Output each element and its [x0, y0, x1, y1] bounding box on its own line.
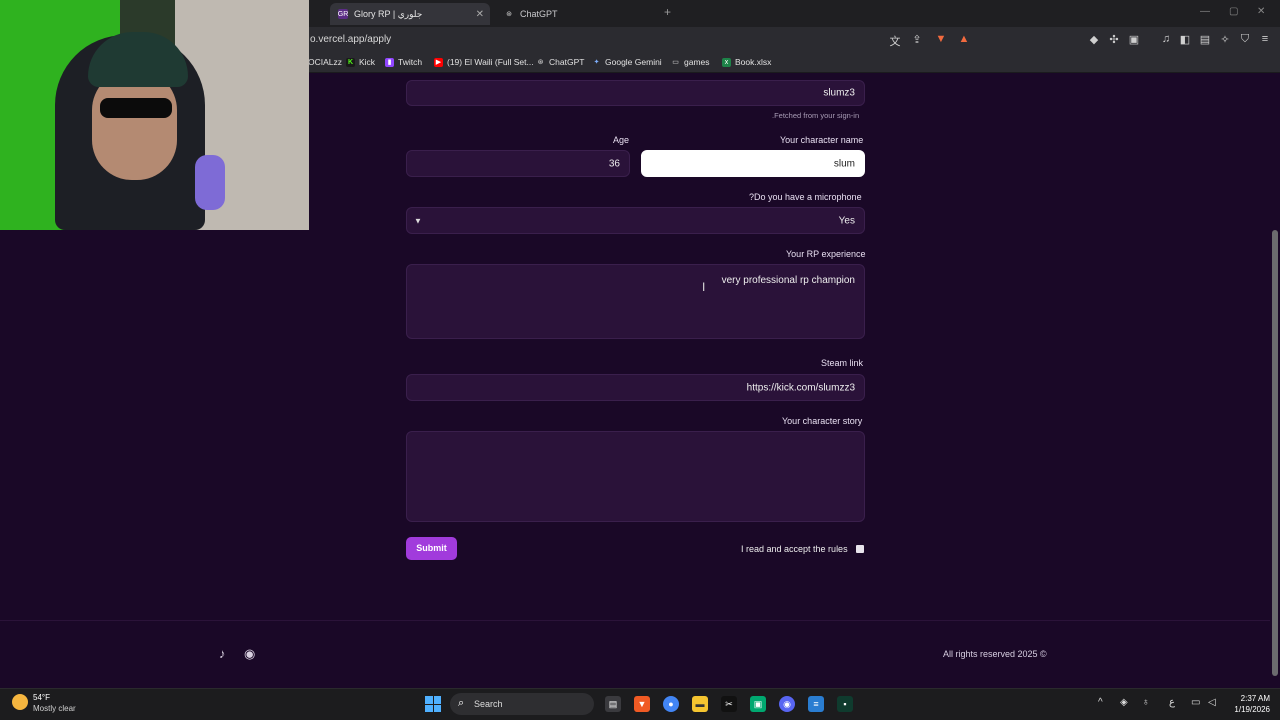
- tab-chatgpt[interactable]: ⊛ ChatGPT: [496, 3, 661, 25]
- sidebar-icon[interactable]: ◧: [1178, 33, 1192, 46]
- username-field[interactable]: slumz3: [406, 80, 865, 106]
- kick-taskbar-icon[interactable]: ▣: [750, 696, 766, 712]
- bookmark-twitch[interactable]: ▮ Twitch: [385, 57, 422, 67]
- age-label: Age: [613, 135, 630, 145]
- discord-taskbar-icon[interactable]: ◉: [779, 696, 795, 712]
- url-text[interactable]: o.vercel.app/apply: [310, 34, 391, 45]
- menu-icon[interactable]: ≡: [1258, 33, 1272, 45]
- tab-title: Glory RP | جلوري: [354, 8, 423, 19]
- volume-icon[interactable]: ◁: [1208, 697, 1216, 708]
- character-name-label: Your character name: [780, 135, 864, 145]
- excel-icon: x: [722, 57, 731, 67]
- chevron-down-icon: ▼: [414, 216, 422, 225]
- tab-title: ChatGPT: [520, 9, 558, 19]
- new-tab-icon[interactable]: +: [664, 5, 671, 19]
- youtube-icon: ▶: [434, 57, 443, 67]
- clock-time: 2:37 AM: [1240, 694, 1270, 703]
- weather-icon[interactable]: [12, 694, 28, 710]
- bookmark-gemini[interactable]: ✦ Google Gemini: [592, 57, 662, 67]
- rp-experience-label: Your RP experience: [786, 249, 866, 259]
- bookmark-chatgpt[interactable]: ⊛ ChatGPT: [536, 57, 585, 67]
- rp-experience-textarea[interactable]: very professional rp champion: [406, 264, 865, 339]
- text-cursor-icon: I: [702, 280, 706, 294]
- age-value: 36: [608, 158, 620, 169]
- tray-app-icon[interactable]: ◈: [1120, 697, 1128, 708]
- task-view-icon[interactable]: ▤: [605, 696, 621, 712]
- search-icon: ⌕: [458, 697, 465, 709]
- bookmark-socialzz[interactable]: OCIALzz: [308, 57, 342, 67]
- scrollbar-thumb[interactable]: [1272, 230, 1278, 676]
- webcam-overlay: [0, 0, 309, 230]
- chatgpt-icon: ⊛: [537, 58, 544, 66]
- character-name-value: slum: [833, 158, 855, 169]
- character-story-textarea[interactable]: [406, 431, 865, 522]
- gemini-icon: ✦: [593, 58, 600, 66]
- brave-taskbar-icon[interactable]: ▼: [634, 696, 650, 712]
- folder-icon: ▭: [672, 58, 679, 66]
- media-icon[interactable]: ♫: [1159, 33, 1173, 45]
- bookmark-book[interactable]: x Book.xlsx: [722, 57, 771, 67]
- microphone-tray-icon[interactable]: ♁: [1142, 697, 1150, 708]
- weather-temperature[interactable]: 54°F: [33, 693, 50, 702]
- screenshot-icon[interactable]: ▣: [1127, 33, 1141, 46]
- vpn-icon[interactable]: ⛉: [1238, 33, 1252, 46]
- rp-experience-value: very professional rp champion: [721, 275, 855, 286]
- character-story-label: Your character story: [782, 416, 863, 426]
- leo-ai-icon[interactable]: ✧: [1218, 33, 1232, 46]
- capcut-icon[interactable]: ✂: [721, 696, 737, 712]
- character-name-input[interactable]: slum: [641, 150, 865, 177]
- steam-link-label: Steam link: [821, 358, 864, 368]
- bookmark-kick[interactable]: K Kick: [346, 57, 375, 67]
- close-window-icon[interactable]: ✕: [1257, 6, 1265, 17]
- footer-divider: [0, 620, 1270, 621]
- age-input[interactable]: 36: [406, 150, 630, 177]
- diamond-icon[interactable]: ◆: [1087, 33, 1101, 46]
- search-label: Search: [474, 699, 503, 709]
- language-indicator[interactable]: ع: [1169, 697, 1175, 708]
- tiktok-icon[interactable]: ♪: [219, 646, 226, 661]
- wallet-icon[interactable]: ▤: [1198, 33, 1212, 46]
- obs-icon[interactable]: ▪: [837, 696, 853, 712]
- translate-icon[interactable]: 文: [888, 33, 902, 49]
- accept-rules-label: I read and accept the rules: [741, 544, 848, 554]
- microphone-value: Yes: [838, 215, 855, 226]
- submit-button[interactable]: Submit: [406, 537, 457, 560]
- brave-shield-icon[interactable]: ▼: [934, 33, 948, 45]
- steam-link-input[interactable]: https://kick.com/slumzz3: [406, 374, 865, 401]
- microphone-label: ?Do you have a microphone: [749, 192, 862, 202]
- share-icon[interactable]: ⇪: [910, 33, 924, 46]
- clock-date: 1/19/2026: [1234, 705, 1270, 714]
- accept-rules-checkbox[interactable]: [856, 545, 864, 553]
- system-clock[interactable]: 2:37 AM 1/19/2026: [1228, 693, 1270, 715]
- weather-description[interactable]: Mostly clear: [33, 704, 76, 713]
- extensions-icon[interactable]: ✣: [1107, 33, 1121, 46]
- file-explorer-icon[interactable]: ▬: [692, 696, 708, 712]
- bookmark-youtube[interactable]: ▶ (19) El Waili (Full Set...: [434, 57, 534, 67]
- twitch-icon: ▮: [385, 57, 394, 67]
- discord-icon[interactable]: ◉: [244, 646, 255, 662]
- tab-close-icon[interactable]: ✕: [476, 9, 484, 20]
- maximize-icon[interactable]: ▢: [1229, 6, 1238, 17]
- brave-rewards-icon[interactable]: ▲: [957, 33, 971, 45]
- username-hint: .Fetched from your sign-in: [772, 111, 860, 120]
- windows-start-icon[interactable]: [425, 696, 441, 712]
- username-value: slumz3: [823, 87, 855, 99]
- chatgpt-favicon-icon: ⊛: [506, 11, 512, 18]
- glory-favicon-icon: GR: [337, 9, 349, 19]
- microphone-image: [195, 155, 225, 210]
- kick-icon: K: [346, 57, 355, 67]
- steam-link-value: https://kick.com/slumzz3: [746, 382, 855, 393]
- chrome-taskbar-icon[interactable]: ●: [663, 696, 679, 712]
- taskbar-search[interactable]: [450, 693, 594, 715]
- minimize-icon[interactable]: —: [1200, 6, 1210, 17]
- copyright-text: All rights reserved 2025 ©: [943, 649, 1047, 659]
- microphone-select[interactable]: ▼ Yes: [406, 207, 865, 234]
- network-icon[interactable]: ▭: [1191, 697, 1200, 708]
- notepad-icon[interactable]: ≡: [808, 696, 824, 712]
- tab-glory-rp[interactable]: GR Glory RP | جلوري ✕: [330, 3, 490, 25]
- tray-overflow-icon[interactable]: ^: [1098, 697, 1103, 708]
- streamer-glasses: [100, 98, 172, 118]
- bookmark-games[interactable]: ▭ games: [671, 57, 709, 67]
